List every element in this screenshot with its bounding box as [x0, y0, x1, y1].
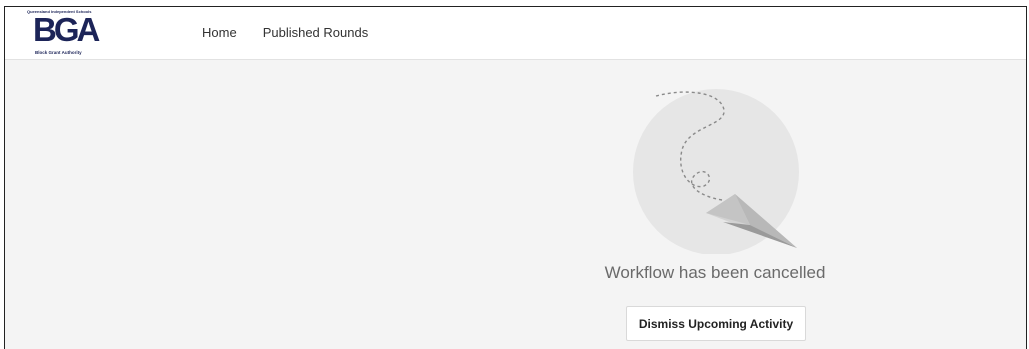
main-nav: Home Published Rounds — [202, 25, 368, 40]
logo-main-text: BGA — [33, 11, 100, 48]
nav-home-link[interactable]: Home — [202, 25, 237, 40]
dismiss-upcoming-activity-button[interactable]: Dismiss Upcoming Activity — [626, 306, 806, 341]
app-window: Queensland Independent Schools BGA Block… — [4, 6, 1027, 349]
paper-plane-icon — [633, 89, 799, 254]
workflow-status-message: Workflow has been cancelled — [604, 263, 826, 282]
logo-bottom-text: Block Grant Authority — [35, 50, 82, 55]
main-content: Workflow has been cancelled Dismiss Upco… — [5, 60, 1026, 349]
bga-logo[interactable]: Queensland Independent Schools BGA Block… — [27, 9, 107, 57]
nav-published-rounds-link[interactable]: Published Rounds — [263, 25, 369, 40]
top-header: Queensland Independent Schools BGA Block… — [5, 7, 1026, 60]
